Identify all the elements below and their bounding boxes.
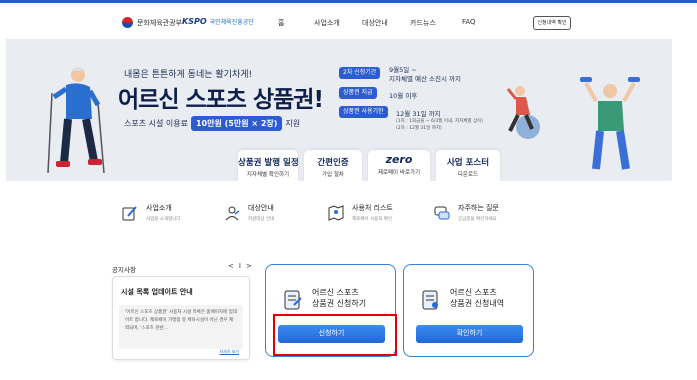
service-target[interactable]: 대상안내 지원대상 안내 [222, 203, 274, 223]
notice-pagination: < I > [228, 262, 252, 270]
quick-link-poster[interactable]: 사업 포스터 다운로드 [436, 150, 500, 181]
banner-title: 어르신 스포츠 상품권! [118, 87, 324, 113]
service-target-sub: 지원대상 안내 [248, 217, 275, 222]
application-form-icon [284, 290, 302, 310]
banner-subtitle: 내몸은 튼튼하게 동네는 활기차게! [124, 70, 253, 80]
check-application-button[interactable]: 신청내역 확인 [533, 16, 571, 30]
service-usage-list[interactable]: 사용처 리스트 제로페이 사용처 확인 [326, 203, 393, 223]
main-nav: 홈 사업소개 대상안내 카드뉴스 FAQ [0, 18, 697, 32]
quick-link-auth-title: 간편인증 [317, 158, 349, 168]
info-text-expiry: 12월 31일 까지 [396, 110, 441, 118]
banner-line-suffix: 지원 [285, 119, 301, 128]
quick-link-poster-sub: 다운로드 [457, 172, 479, 178]
service-target-title: 대상안내 [248, 204, 274, 212]
apply-card-title: 어르신 스포츠 상품권 신청하기 [312, 287, 366, 309]
hero-banner: 내몸은 튼튼하게 동네는 활기차게! 어르신 스포츠 상품권! 스포츠 시설 이… [6, 39, 672, 181]
quick-link-poster-title: 사업 포스터 [446, 158, 490, 168]
notice-next-button[interactable]: > [246, 262, 252, 270]
service-about-title: 사업소개 [146, 204, 172, 212]
service-about-sub: 사업을 소개합니다 [146, 217, 181, 222]
service-usage-list-sub: 제로페이 사용처 확인 [352, 217, 393, 222]
quick-link-zeropay-sub: 제로페이 바로가기 [377, 170, 421, 176]
check-card-title: 어르신 스포츠 상품권 신청내역 [450, 287, 504, 309]
notice-label: 공지사항 [112, 266, 136, 274]
apply-card-title-line2: 상품권 신청하기 [312, 299, 367, 308]
nav-faq[interactable]: FAQ [462, 18, 476, 26]
quick-link-auth-sub: 가입 절차 [322, 172, 344, 178]
banner-support-line: 스포츠 시설 이용료 10만원 (5만원 × 2장) 지원 [124, 116, 300, 131]
service-usage-list-title: 사용처 리스트 [352, 204, 393, 212]
check-card-title-line1: 어르신 스포츠 [450, 288, 497, 297]
nav-home[interactable]: 홈 [278, 18, 284, 28]
info-tag-period: 2차 신청기간 [339, 67, 381, 79]
dumbbell-man-illustration [580, 77, 640, 170]
service-faq[interactable]: 자주하는 질문 궁금증을 확인하세요 [432, 203, 499, 223]
quick-link-zeropay-title: zero [385, 153, 413, 166]
application-history-icon [422, 290, 438, 310]
map-icon [326, 203, 346, 223]
notice-body: '어르신 스포츠 상품권' 사용처 시설 목록은 홈페이지에 업데이트 합니다.… [119, 305, 243, 349]
pencil-doc-icon [120, 203, 140, 223]
person-icon [222, 203, 242, 223]
hiker-illustration [47, 67, 105, 174]
check-card-title-line2: 상품권 신청내역 [450, 299, 505, 308]
info-small-expiry-1: (1차 : 1회급을 ~ 6/3월 이내, 지자체별 상이) [396, 119, 484, 124]
notice-divider: I [238, 262, 241, 270]
notice-card[interactable]: 시설 목록 업데이트 안내 '어르신 스포츠 상품권' 사용처 시설 목록은 홈… [112, 276, 250, 360]
nav-cardnews[interactable]: 카드뉴스 [410, 18, 436, 28]
quick-link-auth[interactable]: 간편인증 가입 절차 [304, 150, 362, 181]
notice-title: 시설 목록 업데이트 안내 [121, 288, 193, 296]
service-faq-title: 자주하는 질문 [458, 204, 499, 212]
check-card: 어르신 스포츠 상품권 신청내역 확인하기 [403, 264, 534, 357]
ball-exercise-illustration [506, 86, 540, 139]
info-tag-payment: 상품권 지급 [339, 87, 377, 99]
quick-link-zeropay[interactable]: zero 제로페이 바로가기 [368, 150, 430, 181]
quick-link-schedule-sub: 지자체별 확인하기 [246, 172, 290, 178]
check-button[interactable]: 확인하기 [416, 325, 523, 343]
price-badge: 10만원 (5만원 × 2장) [190, 116, 283, 131]
notice-prev-button[interactable]: < [228, 262, 234, 270]
chat-icon [432, 203, 452, 223]
nav-about[interactable]: 사업소개 [314, 18, 340, 28]
quick-link-schedule[interactable]: 상품권 발행 일정 지자체별 확인하기 [238, 150, 299, 181]
info-text-payment: 10월 이후 [389, 92, 418, 100]
info-small-expiry-2: (2차 : 12월 31일 까지) [396, 126, 442, 131]
nav-target[interactable]: 대상안내 [362, 18, 388, 28]
apply-card-title-line1: 어르신 스포츠 [312, 288, 359, 297]
service-faq-sub: 궁금증을 확인하세요 [458, 217, 497, 222]
service-about[interactable]: 사업소개 사업을 소개합니다 [120, 203, 181, 223]
highlight-box [273, 314, 397, 356]
banner-line-prefix: 스포츠 시설 이용료 [124, 119, 188, 128]
info-text-period-2: 지자체별 예산 소진시 까지 [389, 75, 461, 83]
info-tag-expiry: 상품권 사용기한 [339, 106, 388, 118]
quick-link-schedule-title: 상품권 발행 일정 [238, 158, 299, 168]
notice-more-link[interactable]: 자세히 보기 [219, 349, 239, 355]
site-header: 문화체육관광부 KSPO 국민체육진흥공단 홈 사업소개 대상안내 카드뉴스 F… [0, 3, 697, 39]
